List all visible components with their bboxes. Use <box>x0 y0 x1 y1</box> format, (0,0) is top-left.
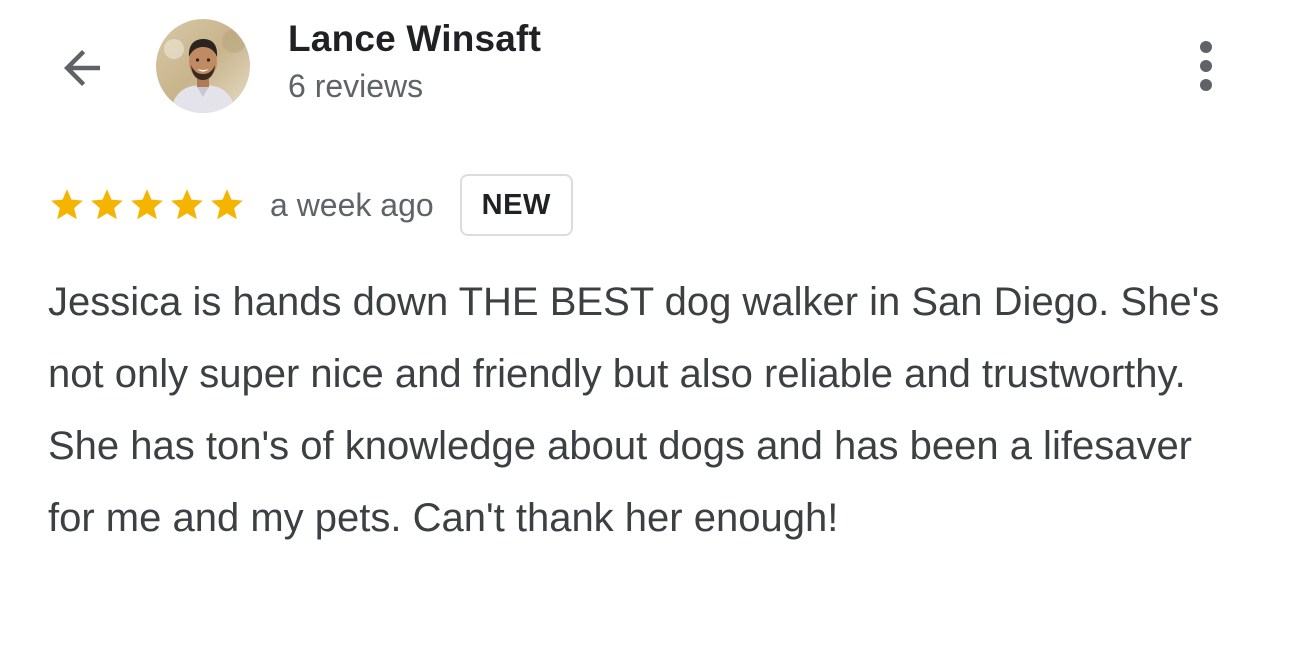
review-meta: a week ago NEW <box>48 172 573 238</box>
star-icon <box>171 189 203 220</box>
star-rating <box>48 186 246 224</box>
review-card: Lance Winsaft 6 reviews a week ago NEW J… <box>0 0 1290 663</box>
review-header: Lance Winsaft 6 reviews <box>0 0 1290 130</box>
arrow-back-icon <box>64 50 100 86</box>
star-icon <box>211 189 243 220</box>
reviewer-photo <box>156 19 250 113</box>
new-badge: NEW <box>459 174 573 236</box>
reviewer-name[interactable]: Lance Winsaft <box>288 18 541 60</box>
back-button[interactable] <box>50 36 114 100</box>
more-vert-icon <box>1200 41 1212 91</box>
more-options-button[interactable] <box>1180 34 1232 98</box>
star-icon <box>131 189 163 220</box>
star-icon <box>91 189 123 220</box>
avatar[interactable] <box>156 19 250 113</box>
review-text: Jessica is hands down THE BEST dog walke… <box>48 280 1220 540</box>
review-date: a week ago <box>270 186 434 223</box>
star-icon <box>51 189 83 220</box>
review-count: 6 reviews <box>288 68 424 104</box>
